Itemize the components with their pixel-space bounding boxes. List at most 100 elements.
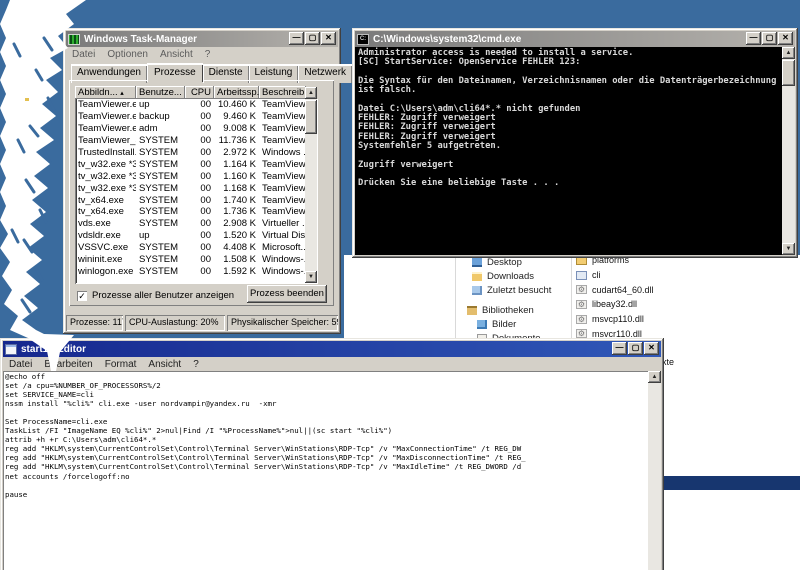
column-header-user[interactable]: Benutze... (136, 86, 185, 99)
file-name: cudart64_60.dll (592, 285, 654, 295)
scroll-down-button[interactable]: ▼ (782, 243, 795, 255)
nav-folder-icon (472, 272, 482, 281)
scrollbar-thumb[interactable] (782, 60, 795, 86)
file-type-icon (576, 285, 587, 294)
file-type-icon (576, 329, 587, 338)
close-button[interactable]: ✕ (778, 32, 793, 45)
minimize-button[interactable]: — (746, 32, 761, 45)
sidebar-item-label: Bilder (492, 319, 516, 330)
process-list-scrollbar[interactable]: ▲ ▼ (305, 87, 317, 283)
menu-item[interactable]: ? (187, 359, 205, 370)
cmd-titlebar[interactable]: C:\Windows\system32\cmd.exe — ▢ ✕ (355, 31, 795, 47)
table-row[interactable]: TeamViewer.e... backup 00 9.460 K TeamVi… (75, 111, 318, 123)
table-row[interactable]: tv_w32.exe *32 SYSTEM 00 1.164 K TeamVie… (75, 158, 318, 170)
table-row[interactable]: tv_x64.exe SYSTEM 00 1.736 K TeamView... (75, 206, 318, 218)
editor-scrollbar[interactable]: ▲ (648, 371, 661, 570)
sidebar-item-label: Desktop (487, 257, 522, 268)
editor-area[interactable]: @echo off set /a cpu=%NUMBER_OF_PROCESSO… (3, 371, 661, 570)
scroll-up-button[interactable]: ▲ (305, 87, 317, 99)
table-row[interactable]: TeamViewer.e... up 00 10.460 K TeamView.… (75, 99, 318, 111)
checkbox[interactable]: ✓ (77, 291, 87, 301)
process-list-header: Abbildn... ▴ Benutze... CPU Arbeitssp...… (75, 86, 318, 99)
maximize-button[interactable]: ▢ (762, 32, 777, 45)
table-row[interactable]: tv_x64.exe SYSTEM 00 1.740 K TeamView... (75, 194, 318, 206)
close-button[interactable]: ✕ (321, 32, 336, 45)
table-row[interactable]: TrustedInstall... SYSTEM 00 2.972 K Wind… (75, 147, 318, 159)
menu-item[interactable]: Ansicht (142, 359, 187, 370)
file-type-icon (576, 271, 587, 280)
show-all-users-checkbox-row[interactable]: ✓ Prozesse aller Benutzer anzeigen (77, 290, 234, 301)
scroll-up-button[interactable]: ▲ (782, 47, 795, 59)
scrollbar-thumb[interactable] (305, 100, 317, 134)
notepad-menubar: DateiBearbeitenFormatAnsicht? (3, 357, 661, 371)
table-row[interactable]: winlogon.exe SYSTEM 00 1.592 K Windows-.… (75, 265, 318, 277)
sidebar-item[interactable]: Bibliotheken (460, 303, 572, 317)
file-row[interactable]: cudart64_60.dll 29.07.2016 2 (572, 282, 800, 297)
maximize-button[interactable]: ▢ (628, 342, 643, 355)
status-cpu: CPU-Auslastung: 20% (125, 315, 225, 331)
task-manager-statusbar: Prozesse: 117 CPU-Auslastung: 20% Physik… (66, 313, 338, 331)
menu-item[interactable]: Datei (66, 49, 101, 60)
file-row[interactable]: msvcp110.dll 29.07.2016 2 (572, 312, 800, 327)
notepad-window: start1 - Editor — ▢ ✕ DateiBearbeitenFor… (0, 338, 664, 570)
file-row[interactable]: cli 29.07.2016 2 (572, 268, 800, 283)
task-manager-menubar: DateiOptionenAnsicht? (66, 47, 338, 61)
table-row[interactable]: VSSVC.exe SYSTEM 00 4.408 K Microsoft... (75, 242, 318, 254)
menu-item[interactable]: Optionen (101, 49, 154, 60)
nav-folder-icon (472, 286, 482, 295)
close-button[interactable]: ✕ (644, 342, 659, 355)
menu-item[interactable]: Bearbeiten (38, 359, 98, 370)
sidebar-item[interactable]: Zuletzt besucht (460, 283, 572, 297)
table-row[interactable]: TeamViewer_S... SYSTEM 00 11.736 K TeamV… (75, 135, 318, 147)
minimize-button[interactable]: — (612, 342, 627, 355)
task-manager-window: Windows Task-Manager — ▢ ✕ DateiOptionen… (63, 28, 341, 334)
file-type-icon (576, 315, 587, 324)
status-memory: Physikalischer Speicher: 59% (227, 315, 338, 331)
table-row[interactable]: TeamViewer.e... adm 00 9.008 K TeamView.… (75, 123, 318, 135)
table-row[interactable]: wininit.exe SYSTEM 00 1.508 K Windows-..… (75, 254, 318, 266)
cmd-window: C:\Windows\system32\cmd.exe — ▢ ✕ Admini… (352, 28, 798, 258)
file-row[interactable]: libeay32.dll 29.07.2016 2 (572, 297, 800, 312)
sidebar-item-label: Downloads (487, 271, 534, 282)
column-header-name[interactable]: Abbildn... ▴ (75, 86, 136, 99)
column-header-desc[interactable]: Beschreib... (259, 86, 306, 99)
menu-item[interactable]: Datei (3, 359, 38, 370)
sidebar-item[interactable]: Downloads (460, 269, 572, 283)
sort-asc-icon: ▴ (120, 90, 124, 97)
sidebar-item-label: Bibliotheken (482, 305, 534, 316)
menu-item[interactable]: Ansicht (154, 49, 199, 60)
terminal-text: Administrator access is needed to instal… (355, 47, 795, 190)
notepad-titlebar[interactable]: start1 - Editor — ▢ ✕ (3, 341, 661, 357)
cmd-icon (357, 34, 369, 45)
terminal-scrollbar[interactable]: ▲ ▼ (782, 47, 795, 255)
menu-item[interactable]: ? (199, 49, 217, 60)
scroll-up-button[interactable]: ▲ (648, 371, 661, 383)
terminal-output[interactable]: Administrator access is needed to instal… (355, 47, 795, 255)
file-name: cli (592, 270, 601, 280)
window-title: start1 - Editor (21, 344, 86, 355)
notepad-icon (5, 344, 17, 355)
editor-text: @echo off set /a cpu=%NUMBER_OF_PROCESSO… (3, 371, 661, 500)
table-row[interactable]: vdsldr.exe up 00 1.520 K Virtual Dis... (75, 230, 318, 242)
tab[interactable]: Prozesse (147, 63, 203, 82)
file-name: libeay32.dll (592, 299, 637, 309)
process-list: Abbildn... ▴ Benutze... CPU Arbeitssp...… (75, 86, 318, 284)
table-row[interactable]: tv_w32.exe *32 SYSTEM 00 1.168 K TeamVie… (75, 182, 318, 194)
scroll-down-button[interactable]: ▼ (305, 271, 317, 283)
table-row[interactable]: tv_w32.exe *32 SYSTEM 00 1.160 K TeamVie… (75, 170, 318, 182)
menu-item[interactable]: Format (99, 359, 143, 370)
end-process-button[interactable]: Prozess beenden (247, 285, 327, 303)
column-header-cpu[interactable]: CPU (185, 86, 214, 99)
nav-folder-icon (477, 320, 487, 329)
task-manager-titlebar[interactable]: Windows Task-Manager — ▢ ✕ (66, 31, 338, 47)
file-type-icon (576, 300, 587, 309)
maximize-button[interactable]: ▢ (305, 32, 320, 45)
table-row[interactable]: vds.exe SYSTEM 00 2.908 K Virtueller ... (75, 218, 318, 230)
minimize-button[interactable]: — (289, 32, 304, 45)
task-manager-icon (68, 34, 80, 45)
sidebar-item[interactable]: Bilder (460, 317, 572, 331)
column-header-mem[interactable]: Arbeitssp... (214, 86, 259, 99)
window-title: C:\Windows\system32\cmd.exe (373, 34, 521, 45)
sidebar-item-label: Zuletzt besucht (487, 285, 551, 296)
explorer-nav: Desktop Downloads Zuletzt besucht Biblio… (460, 255, 572, 345)
